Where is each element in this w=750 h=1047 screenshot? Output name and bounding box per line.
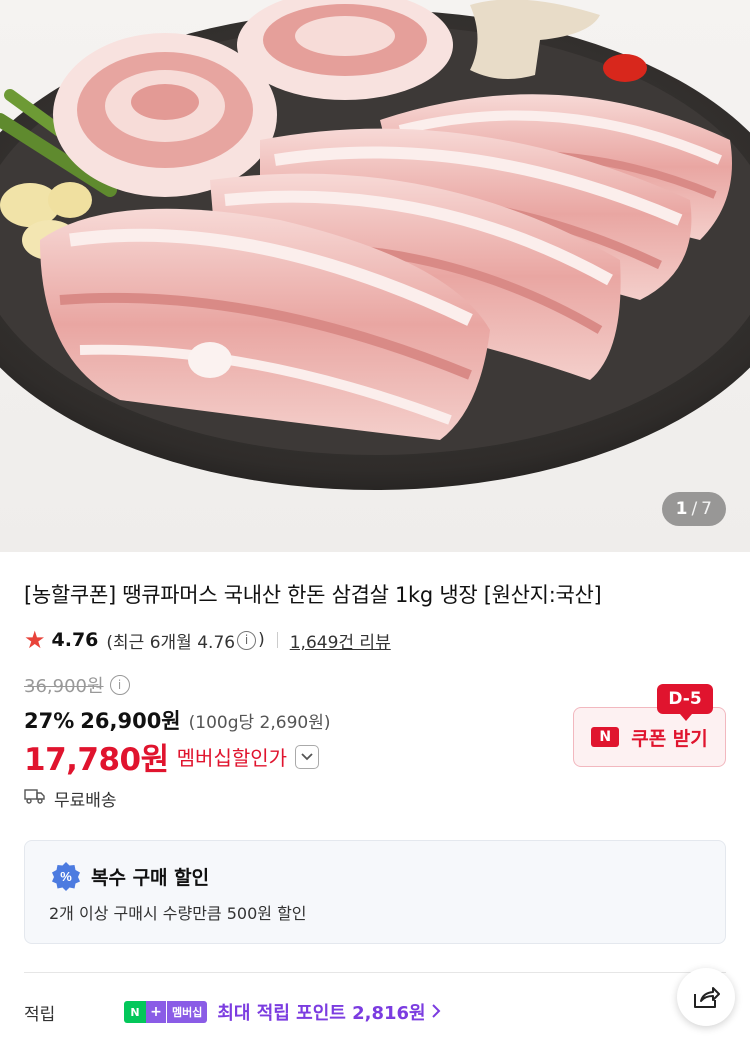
rating-score: 4.76 xyxy=(51,629,99,651)
dday-badge: D-5 xyxy=(657,684,713,721)
star-icon: ★ xyxy=(24,626,46,654)
member-price: 17,780원 xyxy=(24,742,169,778)
original-price-row: 36,900원 i xyxy=(24,672,130,698)
rating-recent-prefix: (최근 6개월 4.76 xyxy=(106,632,236,653)
original-price: 36,900원 xyxy=(24,676,104,697)
badge-plus: + xyxy=(146,1001,166,1023)
pork-belly-illustration xyxy=(0,0,750,552)
multi-purchase-discount-box: % 복수 구매 할인 2개 이상 구매시 수량만큼 500원 할인 xyxy=(24,840,726,944)
image-counter-total: 7 xyxy=(701,499,712,519)
review-count-link[interactable]: 1,649건 리뷰 xyxy=(290,628,391,653)
max-points-text: 최대 적립 포인트 2,816원 xyxy=(217,1003,426,1024)
points-row[interactable]: 적립 N + 멤버십 최대 적립 포인트 2,816원 xyxy=(24,997,726,1027)
share-button[interactable] xyxy=(677,968,735,1026)
discount-description: 2개 이상 구매시 수량만큼 500원 할인 xyxy=(49,904,307,923)
chevron-right-icon xyxy=(431,1002,441,1023)
discount-header: % 복수 구매 할인 xyxy=(51,861,209,891)
naver-plus-membership-badge: N + 멤버십 xyxy=(124,1001,208,1023)
sale-price: 26,900원 xyxy=(80,709,181,733)
points-label: 적립 xyxy=(24,1004,56,1025)
badge-membership: 멤버십 xyxy=(166,1001,208,1023)
shipping-label: 무료배송 xyxy=(54,791,117,811)
product-image[interactable]: 1 / 7 xyxy=(0,0,750,552)
sale-price-row: 27% 26,900원 (100g당 2,690원) xyxy=(24,705,330,735)
coupon-label: 쿠폰 받기 xyxy=(631,727,708,750)
shipping-row: 무료배송 xyxy=(24,786,117,811)
image-counter: 1 / 7 xyxy=(661,492,726,526)
svg-text:%: % xyxy=(60,869,72,884)
rating-recent-suffix: ) xyxy=(258,630,265,650)
product-title: [농할쿠폰] 땡큐파머스 국내산 한돈 삼겹살 1kg 냉장 [원산지:국산] xyxy=(24,583,602,607)
image-counter-separator: / xyxy=(691,499,698,519)
member-price-row: 17,780원 멤버십할인가 xyxy=(24,734,320,779)
rating-row: ★ 4.76 (최근 6개월 4.76 i ) 1,649건 리뷰 xyxy=(24,626,391,654)
naver-logo-icon: N xyxy=(591,727,620,747)
discount-rate: 27% xyxy=(24,709,75,733)
divider xyxy=(276,632,278,648)
share-icon xyxy=(694,987,720,1008)
divider xyxy=(24,972,726,973)
info-icon[interactable]: i xyxy=(237,630,257,650)
truck-icon xyxy=(24,788,46,809)
chevron-down-icon[interactable] xyxy=(295,744,320,769)
discount-title: 복수 구매 할인 xyxy=(91,866,210,889)
badge-n: N xyxy=(124,1001,146,1023)
member-price-label: 멤버십할인가 xyxy=(176,746,288,770)
price-info-icon[interactable]: i xyxy=(109,675,130,695)
unit-price: (100g당 2,690원) xyxy=(188,713,331,733)
coupon-button[interactable]: N 쿠폰 받기 xyxy=(573,707,726,767)
percent-badge-icon: % xyxy=(52,862,80,891)
image-counter-current: 1 xyxy=(675,499,688,519)
